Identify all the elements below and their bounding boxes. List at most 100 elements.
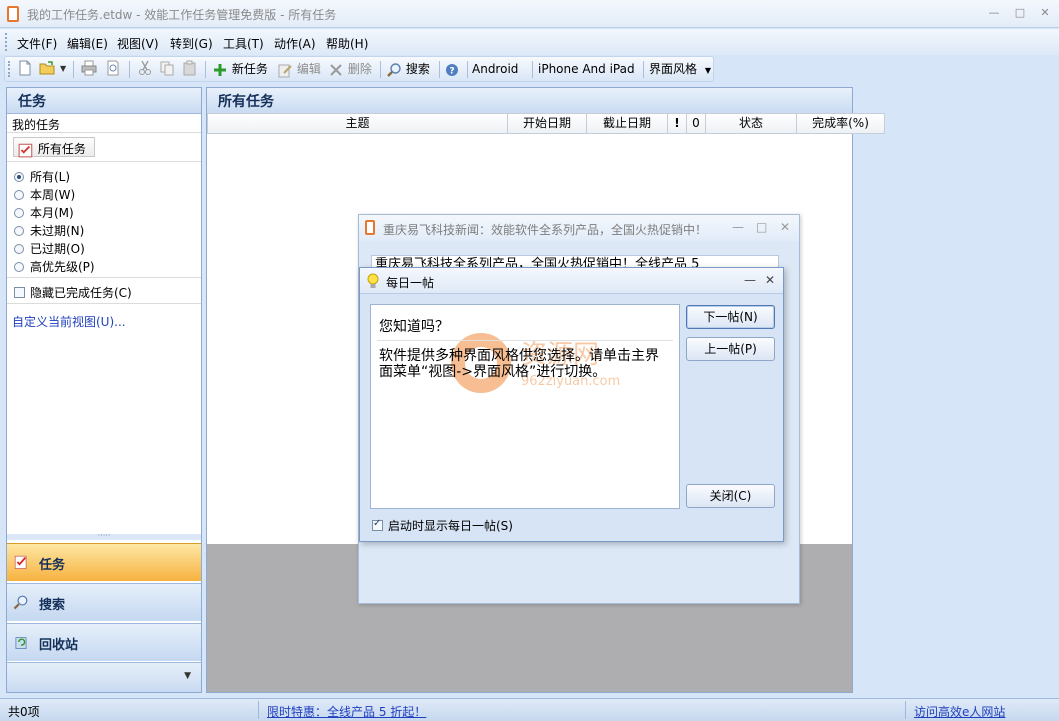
menu-goto[interactable]: 转到(G): [170, 35, 213, 52]
new-file-icon[interactable]: [17, 60, 33, 80]
filter-overdue[interactable]: 已过期(O): [14, 240, 85, 257]
menu-help[interactable]: 帮助(H): [326, 35, 368, 52]
nav-recycle-bin[interactable]: 回收站: [7, 623, 201, 661]
iphone-ipad-button[interactable]: iPhone And iPad: [538, 60, 635, 80]
menu-tools[interactable]: 工具(T): [223, 35, 264, 52]
delete-button[interactable]: 删除: [328, 60, 372, 80]
radio-icon: [14, 226, 24, 236]
copy-icon[interactable]: [159, 60, 175, 80]
nav-footer[interactable]: ▼: [7, 662, 201, 692]
open-folder-icon[interactable]: [39, 60, 57, 80]
nav-tasks[interactable]: 任务: [7, 543, 201, 581]
col-status[interactable]: 状态: [706, 113, 797, 134]
radio-icon: [14, 262, 24, 272]
skin-dropdown[interactable]: 界面风格 ▼: [649, 60, 711, 80]
all-tasks-button[interactable]: 所有任务: [13, 137, 95, 157]
menu-file[interactable]: 文件(F): [17, 35, 57, 52]
android-button[interactable]: Android: [472, 60, 518, 80]
recycle-bin-icon: [15, 637, 27, 649]
hide-completed-label: 隐藏已完成任务(C): [30, 286, 132, 300]
new-task-label: 新任务: [231, 62, 268, 76]
all-tasks-label: 所有任务: [37, 142, 86, 156]
col-due-date[interactable]: 截止日期: [587, 113, 668, 134]
col-completion[interactable]: 完成率(%): [797, 113, 885, 134]
hide-completed-checkbox[interactable]: 隐藏已完成任务(C): [14, 284, 132, 301]
close-button[interactable]: ✕: [765, 273, 775, 287]
paste-icon[interactable]: [182, 60, 198, 80]
menu-bar: 文件(F) 编辑(E) 视图(V) 转到(G) 工具(T) 动作(A) 帮助(H…: [0, 29, 1059, 55]
task-list-icon: [18, 143, 33, 157]
nav-recycle-label: 回收站: [39, 638, 79, 653]
menu-grip: [5, 33, 8, 51]
nav-search[interactable]: 搜索: [7, 583, 201, 621]
checkbox-icon: [14, 287, 25, 298]
delete-label: 删除: [347, 62, 372, 76]
show-on-startup-label: 启动时显示每日一帖(S): [388, 519, 513, 533]
filter-not-overdue[interactable]: 未过期(N): [14, 222, 84, 239]
edit-button[interactable]: 编辑: [277, 60, 321, 80]
next-tip-button[interactable]: 下一帖(N): [686, 305, 775, 329]
minimize-button[interactable]: —: [982, 4, 1006, 22]
radio-icon: [14, 244, 24, 254]
col-start-date[interactable]: 开始日期: [508, 113, 587, 134]
menu-view[interactable]: 视图(V): [117, 35, 159, 52]
app-icon: [365, 220, 375, 235]
panel-splitter[interactable]: ·····: [7, 532, 201, 540]
radio-icon: [14, 208, 24, 218]
filter-all[interactable]: 所有(L): [14, 168, 70, 185]
search-icon: [387, 62, 401, 77]
filter-this-week-label: 本周(W): [30, 188, 76, 202]
col-attachment[interactable]: 0: [687, 113, 706, 134]
news-window-titlebar: 重庆易飞科技新闻：效能软件全系列产品，全国火热促销中！ — □ ✕: [359, 215, 799, 241]
tip-heading: 您知道吗？: [379, 319, 449, 335]
window-title: 我的工作任务.etdw - 效能工作任务管理免费版 - 所有任务: [27, 8, 337, 22]
previous-tip-button[interactable]: 上一帖(P): [686, 337, 775, 361]
promo-link[interactable]: 限时特惠：全线产品 5 折起！: [267, 703, 426, 720]
filter-high-priority-label: 高优先级(P): [30, 260, 95, 274]
close-tip-button[interactable]: 关闭(C): [686, 484, 775, 508]
close-button[interactable]: ✕: [780, 220, 790, 234]
app-icon: [7, 6, 19, 22]
filter-overdue-label: 已过期(O): [30, 242, 85, 256]
help-icon[interactable]: ?: [445, 60, 459, 80]
filter-this-week[interactable]: 本周(W): [14, 186, 75, 203]
tip-body: 软件提供多种界面风格供您选择。请单击主界面菜单“视图->界面风格”进行切换。: [379, 348, 659, 380]
tip-dialog-title: 每日一帖: [386, 276, 435, 290]
tip-content-box: 资源网 962ziyuan.com 您知道吗？ 软件提供多种界面风格供您选择。请…: [370, 304, 680, 509]
print-preview-icon[interactable]: [105, 60, 121, 80]
maximize-button[interactable]: □: [1008, 4, 1032, 22]
checkbox-icon: [372, 518, 383, 531]
col-subject[interactable]: 主题: [207, 113, 508, 134]
minimize-button[interactable]: —: [732, 220, 744, 234]
skin-label: 界面风格: [649, 62, 698, 76]
menu-action[interactable]: 动作(A): [274, 35, 316, 52]
filter-this-month-label: 本月(M): [30, 206, 74, 220]
open-dropdown-icon[interactable]: ▼: [60, 60, 66, 80]
cut-icon[interactable]: [137, 60, 153, 80]
filter-high-priority[interactable]: 高优先级(P): [14, 258, 95, 275]
customize-view-link[interactable]: 自定义当前视图(U)...: [12, 313, 126, 330]
status-bar: 共0项 限时特惠：全线产品 5 折起！ 访问高效e人网站: [0, 698, 1059, 721]
minimize-button[interactable]: —: [744, 273, 756, 287]
my-tasks-label: 我的任务: [12, 118, 61, 132]
item-count: 共0项: [8, 705, 40, 719]
maximize-button[interactable]: □: [756, 220, 767, 234]
search-button[interactable]: 搜索: [386, 60, 430, 80]
left-panel-header: 任务: [7, 88, 201, 114]
col-priority[interactable]: !: [668, 113, 687, 134]
nav-options-icon[interactable]: ▼: [184, 671, 191, 681]
print-icon[interactable]: [81, 60, 97, 80]
new-task-button[interactable]: 新任务: [212, 60, 268, 80]
tip-dialog-titlebar: 每日一帖 — ✕: [360, 268, 783, 294]
show-on-startup-checkbox[interactable]: 启动时显示每日一帖(S): [372, 517, 513, 534]
website-link[interactable]: 访问高效e人网站: [914, 703, 1005, 720]
radio-icon: [14, 190, 24, 200]
delete-icon: [330, 63, 342, 76]
filter-this-month[interactable]: 本月(M): [14, 204, 74, 221]
close-button[interactable]: ✕: [1033, 4, 1057, 22]
menu-edit[interactable]: 编辑(E): [67, 35, 108, 52]
plus-icon: [214, 63, 226, 76]
toolbar: ▼ 新任务 编辑 删除 搜索 ? Android iPhone And iPad: [4, 56, 714, 82]
nav-tasks-label: 任务: [39, 558, 66, 573]
radio-icon: [14, 172, 24, 182]
